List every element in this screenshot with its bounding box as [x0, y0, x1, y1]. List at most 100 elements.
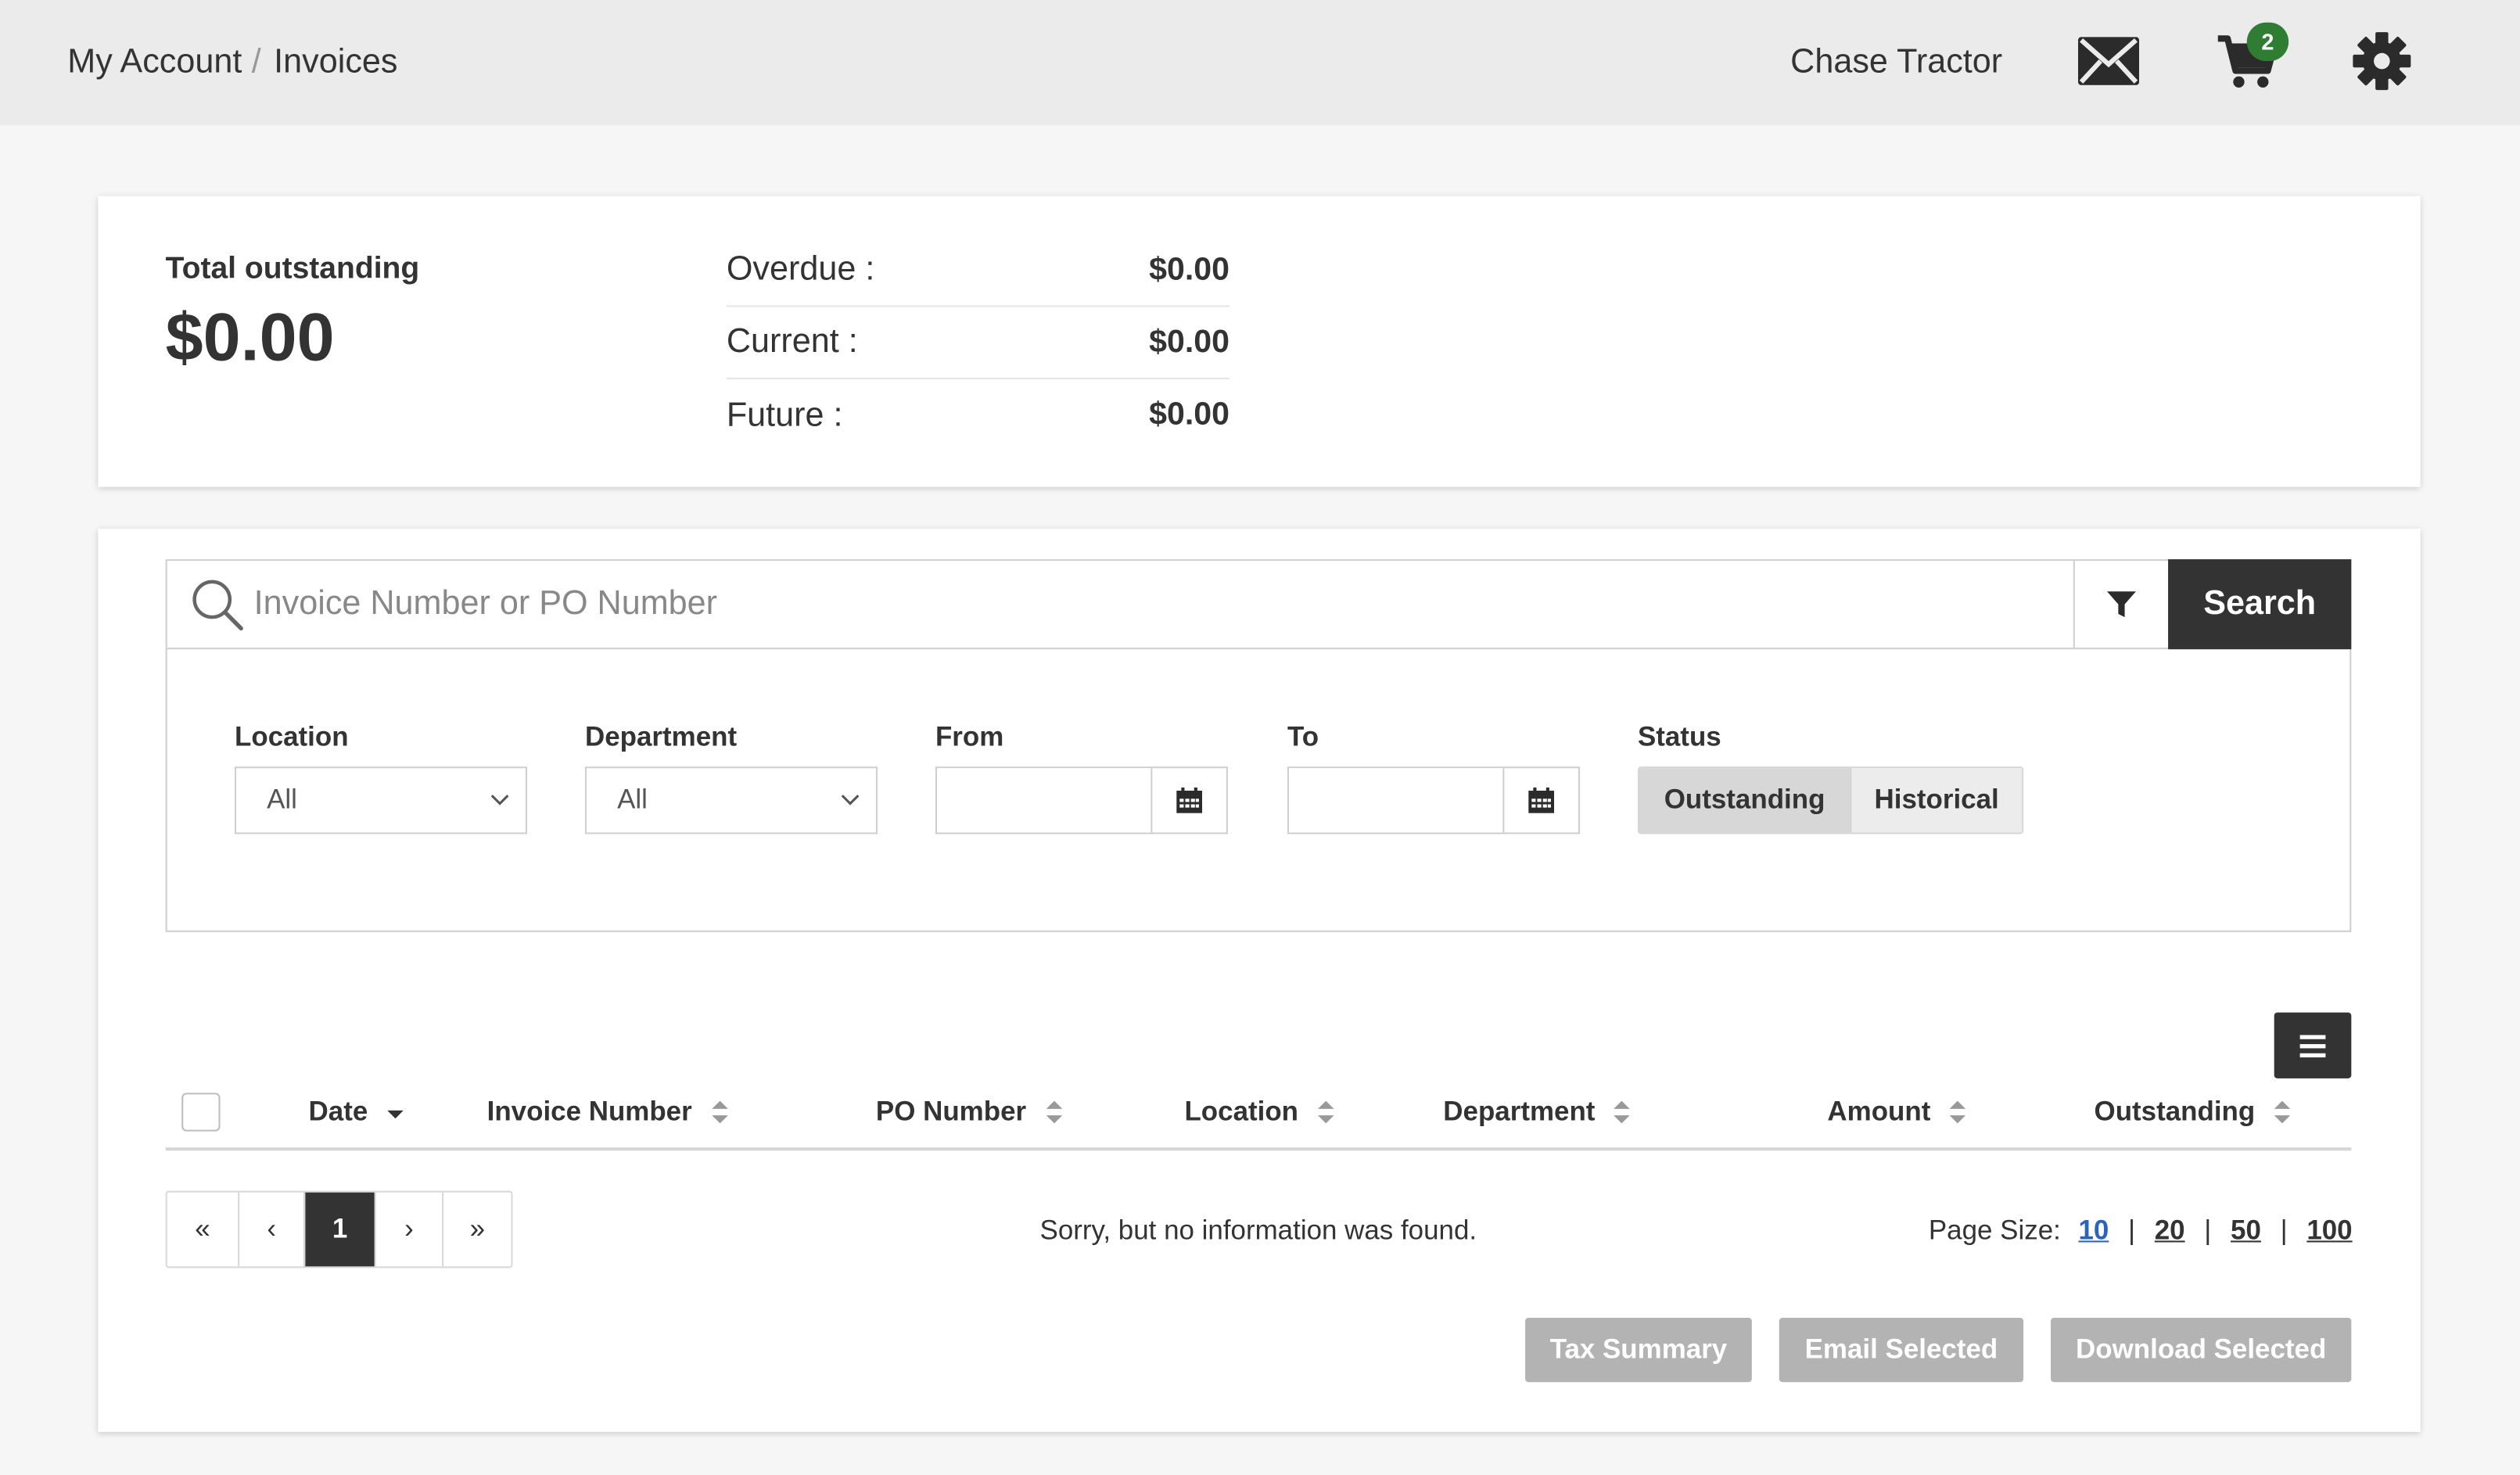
chevron-down-icon [490, 795, 509, 806]
filter-toggle-button[interactable] [2073, 561, 2168, 648]
to-label: To [1287, 721, 1319, 752]
outstanding-breakdown: Overdue : $0.00 Current : $0.00 Future :… [726, 235, 1229, 451]
total-outstanding-label: Total outstanding [165, 252, 420, 286]
sort-desc-icon [386, 1110, 404, 1119]
page-size-separator: | [2128, 1215, 2136, 1246]
search-panel: Search Location All Department All From [165, 559, 2352, 932]
sort-icon [1317, 1100, 1334, 1124]
status-toggle: Outstanding Historical [1637, 766, 2024, 834]
select-all-checkbox[interactable] [181, 1093, 221, 1132]
sort-icon [2274, 1100, 2291, 1124]
department-select-value: All [617, 784, 648, 815]
gear-icon [2353, 32, 2411, 91]
invoices-page: My Account / Invoices Chase Tractor 2 To… [0, 0, 2520, 1475]
table-header: Date Invoice Number PO Number Location D… [165, 1086, 2352, 1151]
page-size-separator: | [2204, 1215, 2212, 1246]
column-date[interactable]: Date [309, 1096, 404, 1128]
department-select[interactable]: All [584, 766, 878, 834]
to-date-field [1287, 766, 1580, 834]
current-row: Current : $0.00 [726, 307, 1229, 379]
first-page-button[interactable]: « [167, 1193, 238, 1267]
department-label: Department [584, 721, 738, 752]
sort-icon [1950, 1100, 1966, 1124]
from-label: From [935, 721, 1004, 752]
invoices-card: Search Location All Department All From [98, 529, 2421, 1432]
from-date-field [935, 766, 1228, 834]
breadcrumb: My Account / Invoices [67, 43, 397, 81]
pagination: « ‹ 1 › » [165, 1190, 513, 1269]
to-calendar-button[interactable] [1502, 768, 1578, 833]
future-row: Future : $0.00 [727, 379, 1229, 451]
hamburger-icon [2299, 1034, 2326, 1057]
column-outstanding[interactable]: Outstanding [2095, 1096, 2291, 1128]
current-value: $0.00 [1149, 324, 1229, 360]
prev-page-button[interactable]: ‹ [238, 1192, 303, 1267]
status-outstanding-button[interactable]: Outstanding [1639, 768, 1851, 833]
sort-icon [711, 1100, 727, 1124]
overdue-row: Overdue : $0.00 [726, 235, 1229, 307]
last-page-button[interactable]: » [442, 1192, 511, 1267]
current-label: Current : [726, 323, 858, 361]
location-label: Location [235, 721, 349, 752]
future-label: Future : [726, 396, 843, 433]
search-input[interactable] [253, 573, 2055, 635]
email-selected-button[interactable]: Email Selected [1779, 1318, 2024, 1383]
breadcrumb-my-account[interactable]: My Account [67, 43, 242, 81]
outstanding-summary-card: Total outstanding $0.00 Overdue : $0.00 … [98, 196, 2421, 487]
location-select-value: All [267, 784, 297, 815]
calendar-icon [1176, 787, 1203, 813]
page-size-label: Page Size: [1928, 1215, 2061, 1246]
cart-count-badge: 2 [2246, 22, 2289, 62]
page-size-100[interactable]: 100 [2306, 1215, 2352, 1247]
column-department-label: Department [1443, 1096, 1596, 1127]
next-page-button[interactable]: › [374, 1192, 442, 1267]
page-size-20[interactable]: 20 [2155, 1215, 2185, 1247]
cart-button[interactable]: 2 [2212, 22, 2289, 96]
column-menu-button[interactable] [2274, 1012, 2352, 1078]
search-button[interactable]: Search [2168, 559, 2352, 650]
page-size-10[interactable]: 10 [2078, 1215, 2109, 1247]
search-bar: Search [167, 559, 2352, 650]
settings-button[interactable] [2346, 26, 2417, 96]
column-invoice-number-label: Invoice Number [486, 1096, 692, 1127]
page-size-selector: Page Size: 10 | 20 | 50 | 100 [1929, 1215, 2353, 1247]
column-outstanding-label: Outstanding [2094, 1096, 2256, 1127]
column-po-number[interactable]: PO Number [875, 1096, 1062, 1128]
sort-icon [1614, 1100, 1631, 1124]
column-invoice-number[interactable]: Invoice Number [487, 1096, 727, 1128]
page-size-50[interactable]: 50 [2231, 1215, 2261, 1247]
calendar-icon [1528, 787, 1555, 813]
page-size-separator: | [2280, 1215, 2288, 1246]
download-selected-button[interactable]: Download Selected [2051, 1318, 2352, 1383]
envelope-icon [2077, 37, 2140, 85]
future-value: $0.00 [1149, 397, 1229, 432]
top-bar: My Account / Invoices Chase Tractor 2 [0, 0, 2520, 126]
breadcrumb-separator: / [251, 43, 261, 81]
column-amount-label: Amount [1827, 1096, 1931, 1127]
breadcrumb-invoices: Invoices [274, 43, 398, 81]
mail-button[interactable] [2073, 26, 2144, 96]
status-label: Status [1637, 721, 1721, 752]
filter-icon [2106, 591, 2136, 618]
column-location-label: Location [1184, 1096, 1299, 1127]
column-department[interactable]: Department [1443, 1096, 1631, 1128]
from-date-input[interactable] [937, 768, 1151, 833]
user-name-link[interactable]: Chase Tractor [1790, 43, 2002, 81]
empty-table-message: Sorry, but no information was found. [1039, 1215, 1477, 1246]
tax-summary-button[interactable]: Tax Summary [1525, 1318, 1752, 1383]
chevron-down-icon [841, 795, 860, 806]
overdue-label: Overdue : [726, 250, 875, 288]
column-po-number-label: PO Number [875, 1096, 1027, 1127]
search-icon [192, 580, 243, 631]
sort-icon [1045, 1100, 1062, 1124]
from-calendar-button[interactable] [1151, 768, 1226, 833]
status-historical-button[interactable]: Historical [1850, 768, 2023, 833]
overdue-value: $0.00 [1149, 251, 1229, 287]
column-amount[interactable]: Amount [1827, 1096, 1966, 1128]
to-date-input[interactable] [1289, 768, 1503, 833]
page-1-button[interactable]: 1 [303, 1192, 375, 1267]
column-date-label: Date [308, 1096, 368, 1127]
location-select[interactable]: All [235, 766, 528, 834]
column-location[interactable]: Location [1184, 1096, 1334, 1128]
total-outstanding-value: $0.00 [165, 299, 335, 375]
